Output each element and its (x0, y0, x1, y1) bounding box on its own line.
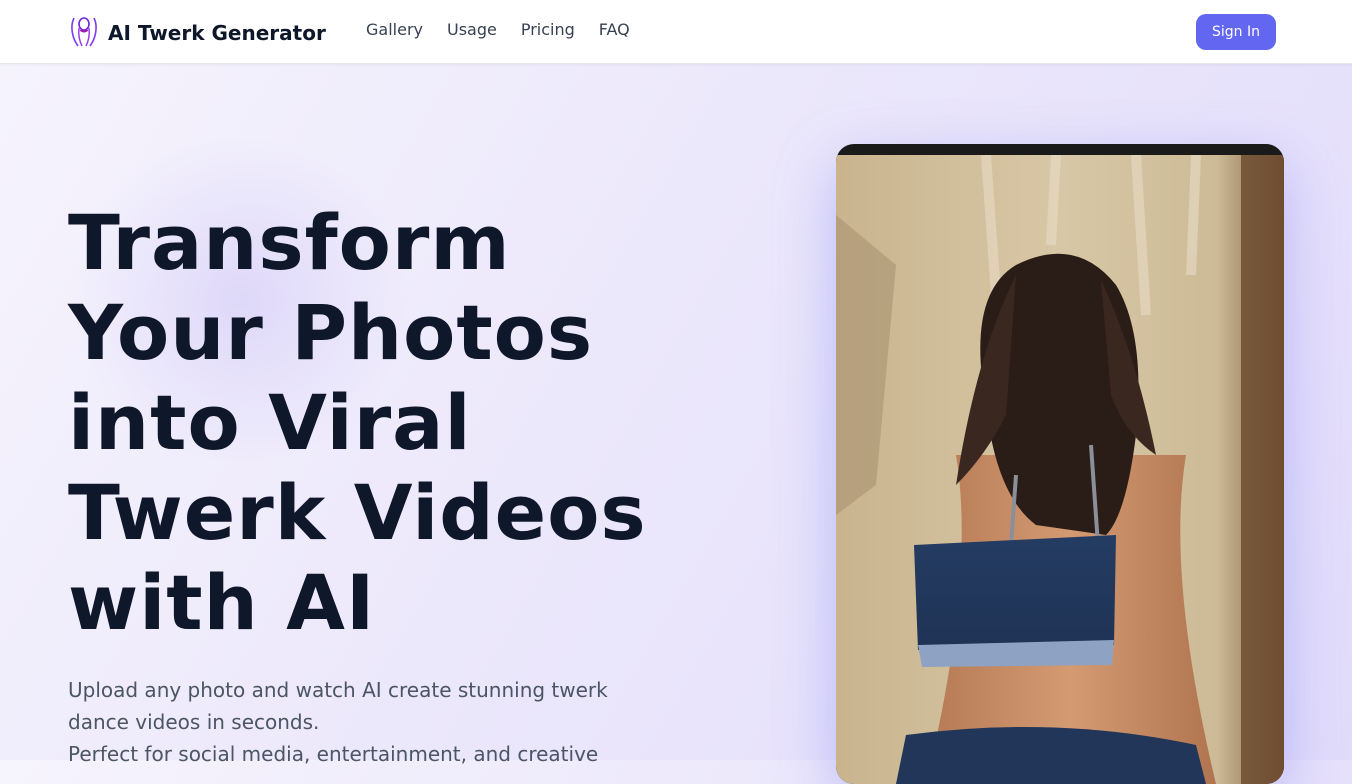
hero-title-line-1: Transform (68, 198, 511, 287)
hero-title-line-3: into Viral (68, 378, 472, 467)
hero-subtitle: Upload any photo and watch AI create stu… (68, 674, 628, 770)
hero-title-line-2: Your Photos (68, 288, 594, 377)
hero-subtitle-line-3: Perfect for social media, entertainment,… (68, 742, 599, 766)
hero-subtitle-line-2: dance videos in seconds. (68, 710, 320, 734)
dancer-preview-image (836, 155, 1284, 784)
nav-pricing[interactable]: Pricing (521, 20, 575, 39)
nav-usage[interactable]: Usage (447, 20, 497, 39)
brand-name: AI Twerk Generator (108, 21, 326, 45)
main-nav: Gallery Usage Pricing FAQ (366, 20, 630, 39)
brand-link[interactable]: AI Twerk Generator (68, 14, 326, 52)
hero-video-preview[interactable] (836, 144, 1284, 784)
nav-gallery[interactable]: Gallery (366, 20, 423, 39)
hero-subtitle-line-1: Upload any photo and watch AI create stu… (68, 678, 608, 702)
top-navbar: AI Twerk Generator Gallery Usage Pricing… (0, 0, 1352, 64)
logo-icon (68, 14, 100, 52)
nav-faq[interactable]: FAQ (599, 20, 630, 39)
hero-title: Transform Your Photos into Viral Twerk V… (68, 198, 688, 648)
hero-title-line-5: with AI (68, 558, 376, 647)
hero-title-line-4: Twerk Videos (68, 468, 647, 557)
sign-in-button[interactable]: Sign In (1196, 14, 1276, 50)
